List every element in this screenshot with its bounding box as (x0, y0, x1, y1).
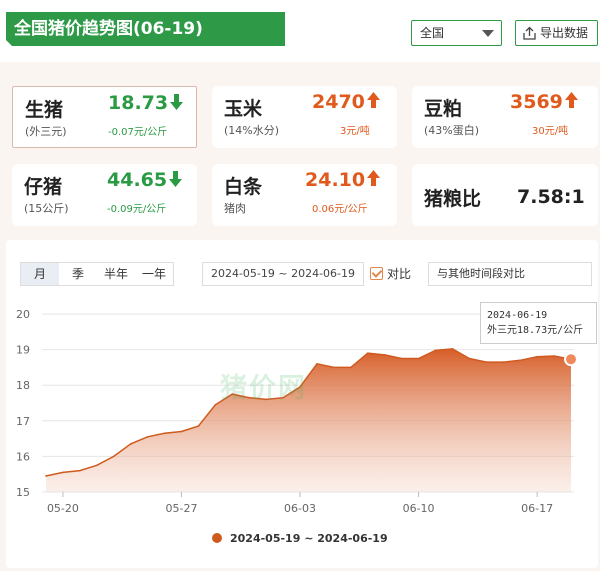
card-price: 3569 (510, 91, 579, 113)
card-price: 2470 (312, 91, 381, 113)
data-point (502, 361, 505, 363)
card-price: 24.10 (305, 169, 381, 191)
x-tick-label: 06-10 (403, 502, 435, 515)
export-label: 导出数据 (540, 26, 589, 40)
highlight-point[interactable] (564, 352, 578, 367)
x-tick-label: 06-17 (521, 502, 553, 515)
y-tick-label: 18 (16, 379, 30, 392)
data-point (434, 349, 437, 352)
data-point (96, 464, 98, 467)
card-subtitle: (15公斤) (24, 202, 69, 215)
card-name: 仔猪 (24, 176, 63, 198)
data-point (333, 366, 335, 369)
price-card[interactable]: 仔猪 (15公斤) 44.65 -0.09元/公斤 (12, 164, 197, 226)
y-tick-label: 16 (16, 450, 30, 463)
data-point (485, 361, 488, 363)
data-point (383, 354, 386, 356)
x-tick-label: 06-03 (284, 502, 316, 515)
data-point (62, 471, 64, 474)
card-subtitle: (43%蛋白) (424, 124, 480, 137)
data-point (79, 469, 81, 472)
data-point (316, 363, 318, 365)
data-point (146, 436, 149, 438)
y-tick-label: 17 (16, 415, 30, 428)
region-select-value: 全国 (420, 26, 445, 40)
arrow-up-icon (564, 92, 578, 108)
data-point (163, 432, 166, 435)
card-price-value: 3569 (510, 91, 563, 113)
card-subtitle: (外三元) (25, 125, 67, 138)
price-card[interactable]: 豆粕 (43%蛋白) 3569 30元/吨 (412, 86, 598, 148)
card-price-value: 2470 (312, 91, 365, 113)
card-subtitle: 猪肉 (224, 202, 246, 215)
y-tick-label: 19 (16, 344, 30, 357)
export-button[interactable]: 导出数据 (515, 20, 598, 46)
price-card[interactable]: 玉米 (14%水分) 2470 3元/吨 (212, 86, 397, 148)
data-point (180, 430, 183, 433)
data-point (112, 455, 115, 458)
card-change: -0.07元/公斤 (108, 127, 168, 138)
y-tick-label: 15 (16, 486, 30, 499)
card-name: 豆粕 (424, 98, 463, 120)
data-point (417, 357, 420, 360)
data-point (350, 366, 352, 369)
data-point (214, 403, 217, 406)
x-tick-label: 05-20 (47, 502, 79, 515)
price-card[interactable]: 猪粮比 7.58:1 (412, 164, 598, 226)
tooltip-date: 2024-06-19 (487, 310, 548, 321)
data-point (536, 355, 538, 358)
card-price-value: 44.65 (107, 169, 168, 191)
x-tick-label: 05-27 (165, 502, 197, 515)
data-point (197, 425, 200, 427)
price-card[interactable]: 白条猪肉 24.10 0.06元/公斤 (212, 164, 397, 226)
price-card[interactable]: 生猪 (外三元) 18.73 -0.07元/公斤 (12, 86, 197, 148)
y-tick-label: 20 (16, 308, 30, 321)
data-point (519, 359, 521, 362)
card-change: 3元/吨 (340, 126, 370, 137)
tooltip-value: 外三元18.73元/公斤 (487, 325, 584, 336)
card-name: 生猪 (25, 99, 64, 121)
card-price: 44.65 (107, 169, 183, 191)
arrow-up-icon (367, 170, 381, 186)
card-price: 18.73 (108, 92, 184, 114)
arrow-down-icon (170, 94, 184, 110)
card-name: 猪粮比 (424, 188, 482, 210)
data-point (553, 355, 555, 357)
page-title: 全国猪价趋势图(06-19) (6, 12, 285, 46)
card-change: -0.09元/公斤 (107, 204, 167, 215)
data-point (366, 352, 369, 354)
card-price-value: 18.73 (108, 92, 169, 114)
data-point (451, 348, 454, 350)
chart-tooltip: 2024-06-19 外三元18.73元/公斤 (480, 302, 597, 344)
data-point (400, 357, 403, 360)
data-point (45, 475, 47, 477)
data-point (468, 357, 471, 360)
legend-swatch (212, 533, 222, 543)
chevron-down-icon (482, 30, 494, 37)
card-change: 30元/吨 (532, 126, 569, 137)
card-name: 白条 (224, 176, 263, 198)
arrow-down-icon (169, 171, 183, 187)
watermark: 猪价网 (220, 373, 307, 404)
card-price-value: 7.58:1 (517, 186, 585, 208)
region-select[interactable]: 全国 (411, 20, 502, 46)
card-subtitle: (14%水分) (224, 124, 280, 137)
chart-legend[interactable]: 2024-05-19 ~ 2024-06-19 (212, 532, 388, 545)
card-price: 7.58:1 (517, 186, 585, 208)
card-change: 0.06元/公斤 (312, 204, 368, 215)
arrow-up-icon (366, 92, 380, 108)
legend-label: 2024-05-19 ~ 2024-06-19 (230, 532, 388, 545)
card-name: 玉米 (224, 98, 263, 120)
card-price-value: 24.10 (305, 169, 366, 191)
data-point (129, 443, 132, 445)
export-icon (523, 26, 536, 40)
chart-panel: 月季半年 一年 2024-05-19 ~ 2024-06-19 对比 与其他时间段… (6, 240, 598, 568)
